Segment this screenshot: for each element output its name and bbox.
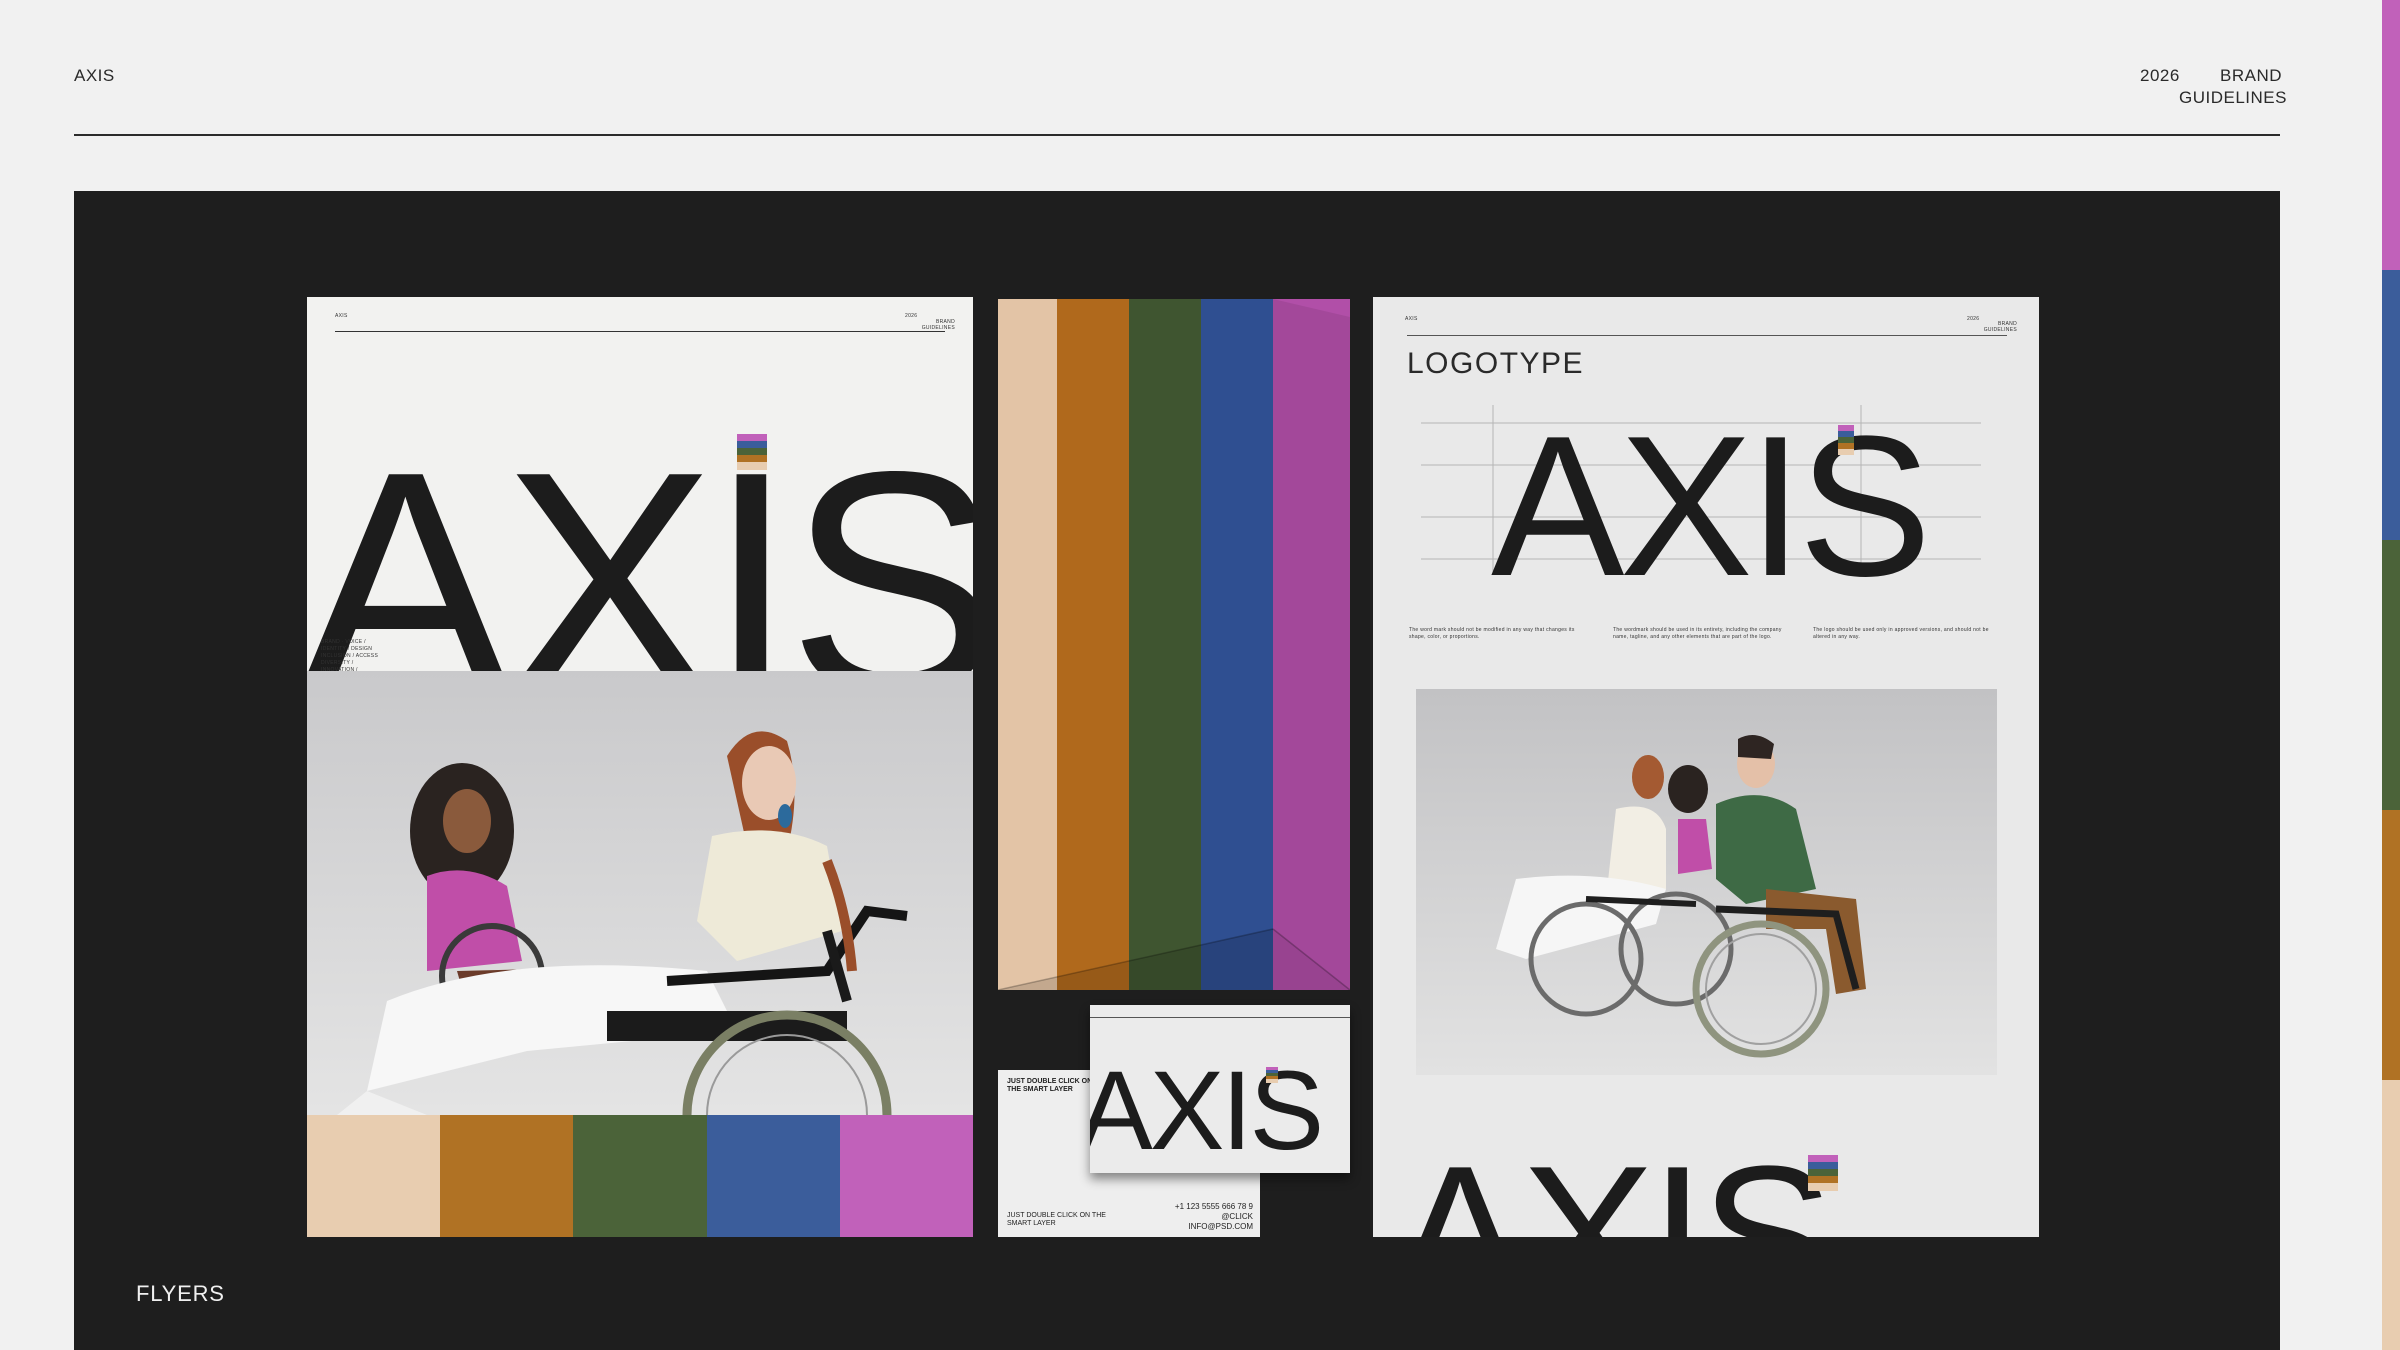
card-back-label: JUST DOUBLE CLICK ON THE SMART LAYER (1007, 1212, 1106, 1228)
i-color-accent (737, 434, 767, 470)
footer-i-accent (1808, 1155, 1838, 1191)
flyer-left-guidelines: BRAND GUIDELINES (921, 319, 955, 331)
card-email: INFO@PSD.COM (1188, 1222, 1253, 1231)
flyer-left-photo (307, 671, 973, 1115)
side-note-line: IDENTITY / DESIGN (321, 646, 373, 652)
flyer-right-rule (1407, 335, 2007, 336)
swatch-beige (2382, 1080, 2400, 1350)
envelope[interactable] (998, 299, 1350, 990)
card-phone: +1 123 5555 666 78 9 (1174, 1202, 1253, 1211)
side-note-line: INCLUSION / ACCESS (321, 653, 379, 659)
business-card-front[interactable]: AXIS (1090, 1005, 1350, 1173)
swatch-ochre (2382, 810, 2400, 1080)
flyer-left-color-strip (307, 1115, 973, 1237)
header-guidelines-line1: BRAND (2220, 66, 2283, 85)
flyer-right-photo (1416, 689, 1997, 1075)
flyer-left-rule (335, 331, 945, 332)
swatch-blue (2382, 270, 2400, 540)
logotype-i-accent (1838, 425, 1854, 455)
header-year: 2026 (2140, 66, 2180, 85)
swatch-magenta (2382, 0, 2400, 270)
flyer-right-footer-wordmark: AXIS (1393, 1125, 1834, 1238)
side-note-line: DIVERSITY / (321, 660, 354, 666)
logotype-note: The wordmark should be used in its entir… (1613, 627, 1782, 640)
logotype-wordmark: AXIS (1491, 395, 1932, 618)
card-wordmark: AXIS (1090, 1048, 1324, 1173)
logotype-note: The word mark should not be modified in … (1409, 627, 1575, 640)
header-divider (74, 134, 2280, 136)
section-title-logotype: LOGOTYPE (1407, 347, 1585, 380)
flyer-left[interactable]: AXIS 2026 BRAND GUIDELINES AXIS BRAND · … (307, 297, 973, 1237)
flyer-right-brand: AXIS (1405, 316, 1418, 322)
showcase-panel: AXIS 2026 BRAND GUIDELINES AXIS BRAND · … (74, 191, 2280, 1350)
flyer-right-guidelines: BRAND GUIDELINES (1983, 321, 2017, 333)
section-label: FLYERS (136, 1281, 225, 1306)
flyer-right[interactable]: AXIS 2026 BRAND GUIDELINES LOGOTYPE AXIS… (1373, 297, 2039, 1237)
color-swatch-bar (2382, 0, 2400, 1350)
card-handle: @CLICK (1221, 1212, 1253, 1221)
brand-name: AXIS (74, 66, 115, 85)
swatch-green (2382, 540, 2400, 810)
logotype-note: The logo should be used only in approved… (1813, 627, 1989, 640)
side-note-title: BRAND · VOICE / (321, 639, 366, 645)
header-guidelines-line2: GUIDELINES (2179, 88, 2287, 107)
card-i-accent (1266, 1067, 1278, 1083)
flyer-left-brand: AXIS (335, 313, 348, 319)
